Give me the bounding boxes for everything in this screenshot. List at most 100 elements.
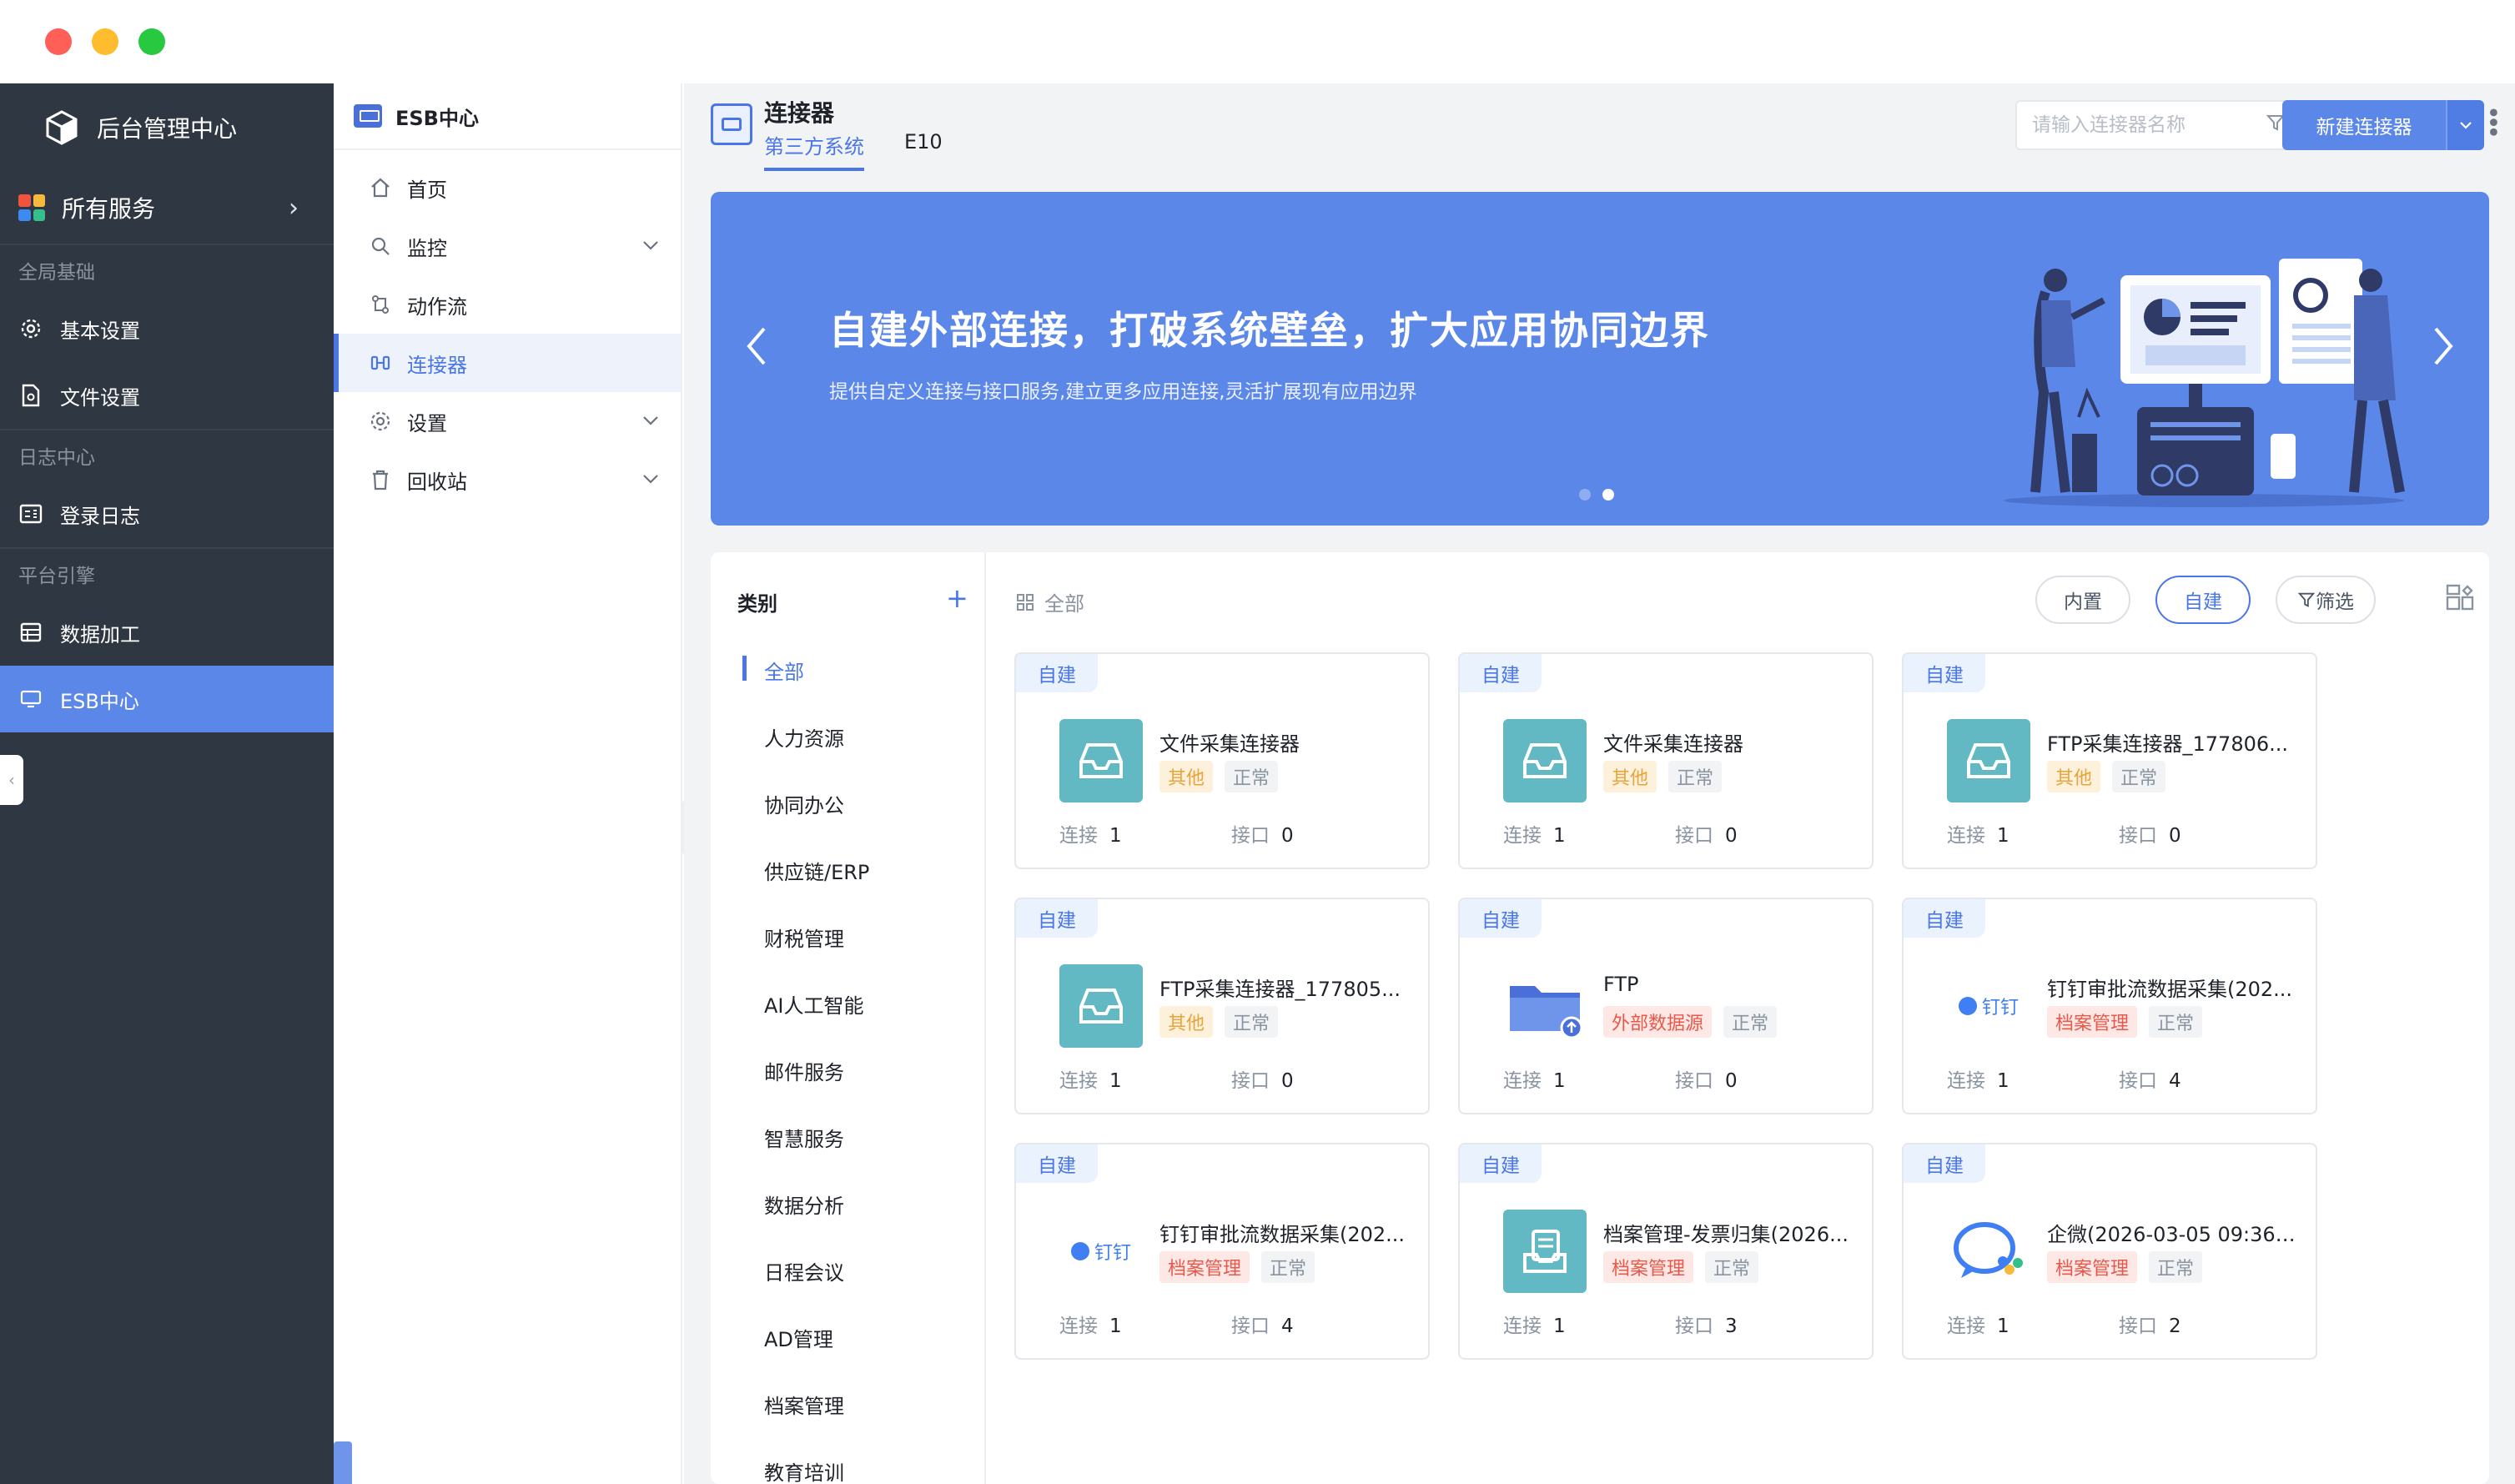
category-item[interactable]: 档案管理 — [764, 1390, 844, 1419]
custom-tag: 自建 — [1016, 1144, 1098, 1183]
category-item[interactable]: 财税管理 — [764, 923, 844, 952]
banner-dot[interactable] — [1579, 489, 1591, 501]
banner-dot-active[interactable] — [1602, 489, 1614, 501]
connector-card[interactable]: 自建 钉钉 钉钉审批流数据采集(202... 档案管理 正常 连接 1 接口 4 — [1014, 1143, 1430, 1360]
connector-name: 钉钉审批流数据采集(202... — [1159, 1223, 1406, 1246]
connector-card[interactable]: 自建 FTP采集连接器_177805... 其他 正常 连接 1 接口 0 — [1014, 898, 1430, 1114]
submenu-item-monitor[interactable]: 监控 — [334, 217, 681, 275]
all-services-button[interactable]: 所有服务 › — [0, 172, 334, 245]
category-item[interactable]: AD管理 — [764, 1323, 833, 1352]
filter-label: 筛选 — [2316, 591, 2354, 613]
category-badge: 其他 — [1159, 761, 1214, 792]
connector-card[interactable]: 自建 FTP 外部数据源 正常 连接 1 接口 0 — [1458, 898, 1874, 1114]
minimize-window-button[interactable] — [92, 28, 118, 55]
more-options-icon[interactable]: ••• — [2477, 105, 2507, 134]
chevron-down-icon[interactable] — [641, 469, 661, 494]
section-heading: 日志中心 — [18, 447, 95, 469]
submenu-item-recycle-bin[interactable]: 回收站 — [334, 450, 681, 509]
add-category-button[interactable]: + — [946, 582, 968, 614]
category-badge: 档案管理 — [2047, 1251, 2138, 1283]
inbox-icon — [1503, 719, 1587, 802]
banner-next-button[interactable] — [2431, 325, 2456, 378]
category-item[interactable]: AI人工智能 — [764, 989, 864, 1019]
connection-count: 连接 1 — [1503, 1315, 1566, 1337]
category-item[interactable]: 智慧服务 — [764, 1123, 844, 1152]
status-badge: 正常 — [1225, 1006, 1279, 1038]
category-badge: 档案管理 — [1159, 1251, 1250, 1283]
login-log-icon — [18, 501, 43, 526]
home-icon — [369, 176, 392, 199]
close-window-button[interactable] — [45, 28, 72, 55]
inbox-icon — [1059, 719, 1143, 802]
status-badge: 正常 — [1705, 1251, 1759, 1283]
settings-icon — [369, 410, 392, 433]
maximize-window-button[interactable] — [138, 28, 165, 55]
connector-search-input[interactable] — [2032, 114, 2241, 136]
sidebar-item-file-settings[interactable]: 文件设置 — [0, 362, 334, 429]
status-badge: 正常 — [1261, 1251, 1315, 1283]
submenu-item-label: 回收站 — [407, 470, 467, 494]
sidebar-item-login-log[interactable]: 登录日志 — [0, 480, 334, 547]
submenu-item-home[interactable]: 首页 — [334, 158, 681, 217]
connector-card[interactable]: 自建 档案管理-发票归集(2026... 档案管理 正常 连接 1 接口 3 — [1458, 1143, 1874, 1360]
api-count: 接口 0 — [1675, 825, 1738, 847]
layout-toggle-icon[interactable] — [2446, 584, 2474, 612]
submenu-item-connector[interactable]: 连接器 — [334, 334, 681, 392]
category-item[interactable]: 邮件服务 — [764, 1056, 844, 1085]
connector-panel: 类别 + 全部 人力资源 协同办公 供应链/ERP 财税管理 AI人工智能 邮件… — [711, 552, 2489, 1484]
connector-card[interactable]: 自建 文件采集连接器 其他 正常 连接 1 接口 0 — [1458, 652, 1874, 869]
connector-card[interactable]: 自建 文件采集连接器 其他 正常 连接 1 接口 0 — [1014, 652, 1430, 869]
connector-name: 文件采集连接器 — [1603, 732, 1743, 756]
filter-button[interactable]: 筛选 — [2276, 576, 2376, 624]
active-category-indicator — [742, 656, 747, 681]
dingtalk-logo-icon: 钉钉 — [1059, 1210, 1143, 1293]
archive-icon — [1503, 1210, 1587, 1293]
connector-card[interactable]: 自建 企微(2026-03-05 09:36:15) 档案管理 正常 连接 1 接口… — [1902, 1143, 2317, 1360]
category-badge: 其他 — [2047, 761, 2101, 792]
builtin-filter-button[interactable]: 内置 — [2035, 576, 2130, 624]
connector-card[interactable]: 自建 钉钉 钉钉审批流数据采集(202... 档案管理 正常 连接 1 接口 4 — [1902, 898, 2317, 1114]
submenu-title: ESB中心 — [395, 106, 479, 130]
brand[interactable]: 后台管理中心 — [0, 83, 334, 172]
page-header: 连接器 第三方系统 E10 新建连接器 ••• — [684, 83, 2515, 171]
custom-tag: 自建 — [1460, 899, 1542, 938]
sidebar-item-data-process[interactable]: 数据加工 — [0, 599, 334, 666]
connection-count: 连接 1 — [1947, 1070, 2009, 1092]
status-badge: 正常 — [1668, 761, 1723, 792]
sidebar-collapse-handle[interactable]: ‹ — [0, 755, 23, 805]
category-item[interactable]: 日程会议 — [764, 1256, 844, 1285]
category-item[interactable]: 供应链/ERP — [764, 856, 869, 885]
api-count: 接口 4 — [1231, 1315, 1294, 1337]
chevron-down-icon[interactable] — [641, 235, 661, 260]
sidebar-item-basic-settings[interactable]: 基本设置 — [0, 295, 334, 362]
connection-count: 连接 1 — [1503, 825, 1566, 847]
all-filter-label[interactable]: 全部 — [1016, 587, 1084, 616]
chevron-down-icon[interactable] — [641, 410, 661, 435]
connector-name: FTP — [1603, 973, 1639, 996]
all-services-label: 所有服务 — [62, 195, 156, 223]
sidebar-item-esb-center[interactable]: ESB中心 — [0, 666, 334, 732]
sidebar-item-label: 基本设置 — [60, 319, 140, 343]
submenu-item-flow[interactable]: 动作流 — [334, 275, 681, 334]
category-list: 类别 + 全部 人力资源 协同办公 供应链/ERP 财税管理 AI人工智能 邮件… — [711, 552, 986, 1484]
category-item[interactable]: 全部 — [764, 656, 804, 685]
category-item[interactable]: 数据分析 — [764, 1190, 844, 1219]
section-heading: 全局基础 — [18, 262, 95, 284]
connector-card[interactable]: 自建 FTP采集连接器_177806... 其他 正常 连接 1 接口 0 — [1902, 652, 2317, 869]
custom-filter-button[interactable]: 自建 — [2155, 576, 2251, 624]
category-badge: 档案管理 — [2047, 1006, 2138, 1038]
submenu-item-label: 监控 — [407, 236, 447, 260]
banner-prev-button[interactable] — [744, 325, 769, 378]
category-item[interactable]: 教育培训 — [764, 1456, 844, 1484]
category-item[interactable]: 协同办公 — [764, 789, 844, 818]
scrollbar-thumb[interactable] — [334, 1441, 352, 1484]
data-process-icon — [18, 620, 43, 645]
tab-third-party[interactable]: 第三方系统 — [764, 130, 864, 171]
new-connector-button[interactable]: 新建连接器 — [2282, 100, 2446, 150]
connector-name: FTP采集连接器_177805... — [1159, 978, 1401, 1001]
submenu-item-settings[interactable]: 设置 — [334, 392, 681, 450]
connector-search-box — [2015, 100, 2302, 150]
tab-e10[interactable]: E10 — [904, 130, 943, 162]
category-item[interactable]: 人力资源 — [764, 722, 844, 752]
sidebar-item-label: 文件设置 — [60, 385, 140, 410]
